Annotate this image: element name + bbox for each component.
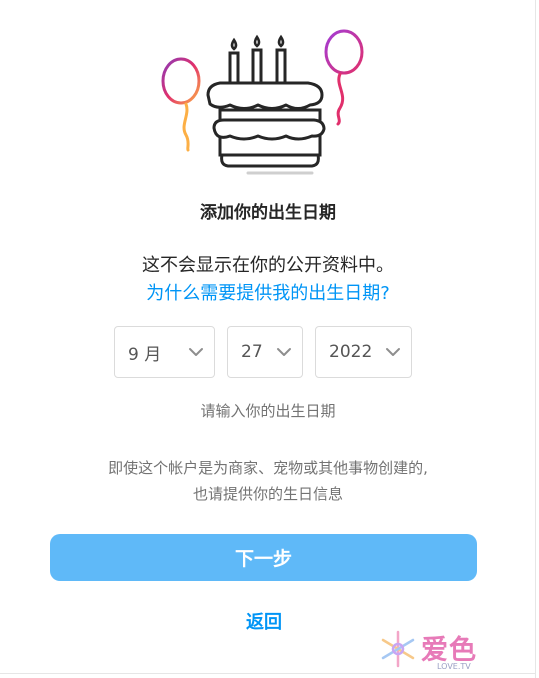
birthday-hint: 请输入你的出生日期 — [200, 402, 336, 420]
birthday-dialog: 添加你的出生日期 这不会显示在你的公开资料中。 为什么需要提供我的出生日期? 9… — [0, 0, 539, 678]
day-select[interactable]: 27 — [227, 326, 303, 378]
chevron-down-icon — [188, 347, 204, 357]
birthday-note-line2: 也请提供你的生日信息 — [192, 485, 343, 503]
chevron-down-icon — [276, 347, 292, 357]
year-value: 2022 — [329, 342, 373, 362]
month-value: 9 月 — [128, 344, 162, 365]
snowflake-icon — [381, 630, 415, 668]
month-select[interactable]: 9 月 — [114, 326, 215, 378]
privacy-description: 这不会显示在你的公开资料中。 — [142, 255, 394, 276]
why-birthday-link[interactable]: 为什么需要提供我的出生日期? — [0, 279, 536, 305]
watermark-logo: 爱色 LOVE.TV — [377, 626, 507, 676]
day-value: 27 — [241, 342, 263, 362]
dialog-bottom-border — [0, 673, 536, 674]
next-button[interactable]: 下一步 — [50, 534, 477, 581]
dialog-right-border — [535, 0, 536, 678]
watermark-subtext: LOVE.TV — [437, 662, 471, 671]
year-select[interactable]: 2022 — [315, 326, 412, 378]
dialog-title: 添加你的出生日期 — [200, 203, 336, 223]
chevron-down-icon — [385, 347, 401, 357]
birthday-note-line1: 即使这个帐户是为商家、宠物或其他事物创建的, — [108, 459, 428, 477]
birthday-note: 即使这个帐户是为商家、宠物或其他事物创建的, 也请提供你的生日信息 — [0, 455, 536, 507]
birthday-cake-illustration-icon — [150, 20, 380, 180]
